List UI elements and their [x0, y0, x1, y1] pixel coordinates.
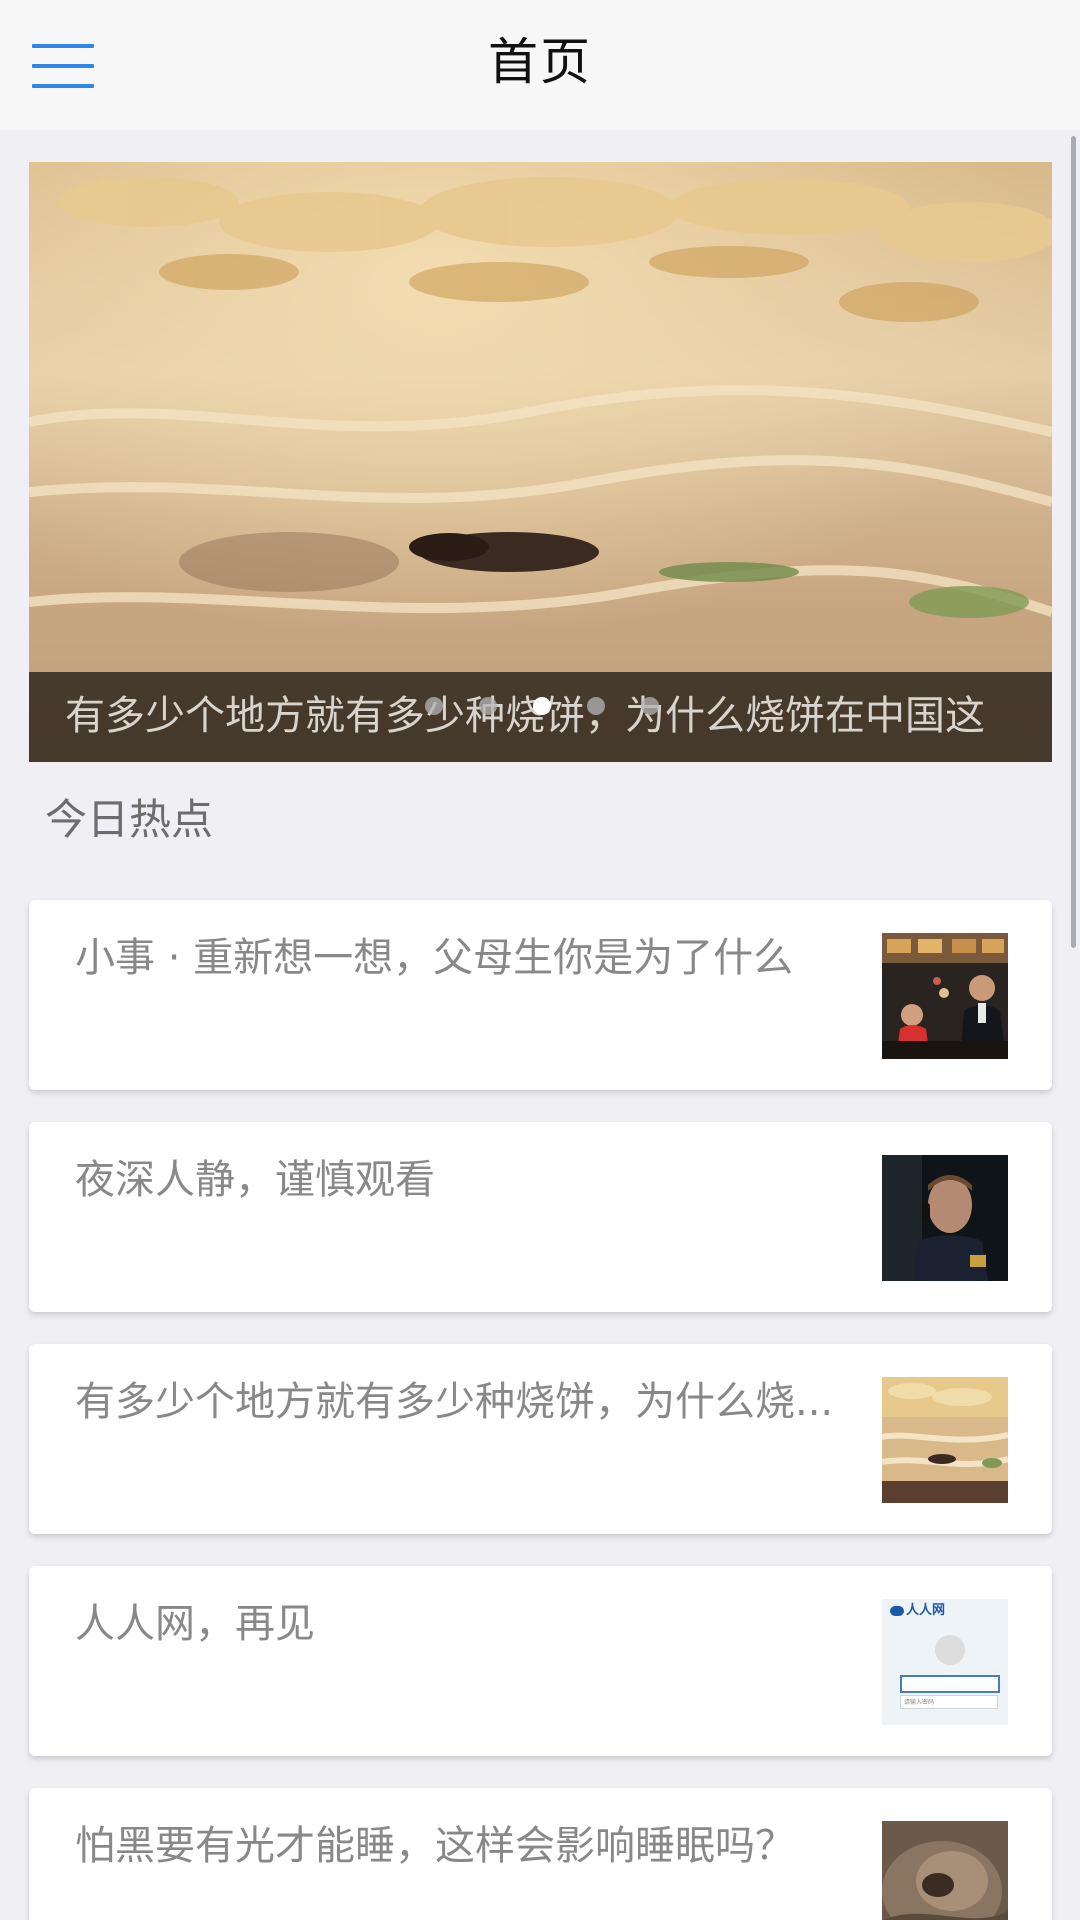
story-title: 怕黑要有光才能睡，这样会影响睡眠吗？	[75, 1823, 795, 1869]
page: 首页 有多少个地方就有多少种烧饼，为什么烧饼在中国这 今日热点 小事 · 重新想…	[0, 0, 1080, 1920]
carousel-dot-3[interactable]	[533, 697, 551, 715]
story-title: 有多少个地方就有多少种烧饼，为什么烧...	[75, 1379, 834, 1425]
banner-carousel[interactable]: 有多少个地方就有多少种烧饼，为什么烧饼在中国这	[29, 162, 1052, 762]
banner-caption-bar: 有多少个地方就有多少种烧饼，为什么烧饼在中国这	[29, 672, 1052, 762]
carousel-dot-2[interactable]	[479, 697, 497, 715]
section-title-today-hot: 今日热点	[45, 795, 214, 844]
avatar	[935, 1635, 965, 1665]
story-title: 人人网，再见	[75, 1601, 315, 1647]
story-card[interactable]: 小事 · 重新想一想，父母生你是为了什么	[29, 900, 1052, 1090]
story-card[interactable]: 夜深人静，谨慎观看	[29, 1122, 1052, 1312]
story-card[interactable]: 人人网，再见 人人网 请输入密码	[29, 1566, 1052, 1756]
scrollbar[interactable]	[1071, 136, 1076, 948]
story-thumbnail	[882, 1377, 1008, 1503]
top-bar: 首页	[0, 0, 1080, 130]
carousel-indicator	[29, 697, 1052, 717]
story-title: 夜深人静，谨慎观看	[75, 1157, 435, 1203]
story-card[interactable]: 怕黑要有光才能睡，这样会影响睡眠吗？	[29, 1788, 1052, 1920]
story-thumbnail	[882, 933, 1008, 1059]
password-input: 请输入密码	[900, 1695, 998, 1709]
page-title: 首页	[488, 33, 592, 91]
story-thumbnail: 人人网 请输入密码	[882, 1599, 1008, 1725]
story-card[interactable]: 有多少个地方就有多少种烧饼，为什么烧...	[29, 1344, 1052, 1534]
renren-logo: 人人网	[890, 1603, 945, 1619]
story-thumbnail	[882, 1155, 1008, 1281]
carousel-dot-5[interactable]	[641, 697, 659, 715]
story-title: 小事 · 重新想一想，父母生你是为了什么	[75, 935, 794, 981]
carousel-dot-1[interactable]	[425, 697, 443, 715]
login-input	[900, 1675, 1000, 1693]
carousel-dot-4[interactable]	[587, 697, 605, 715]
story-thumbnail	[882, 1821, 1008, 1920]
